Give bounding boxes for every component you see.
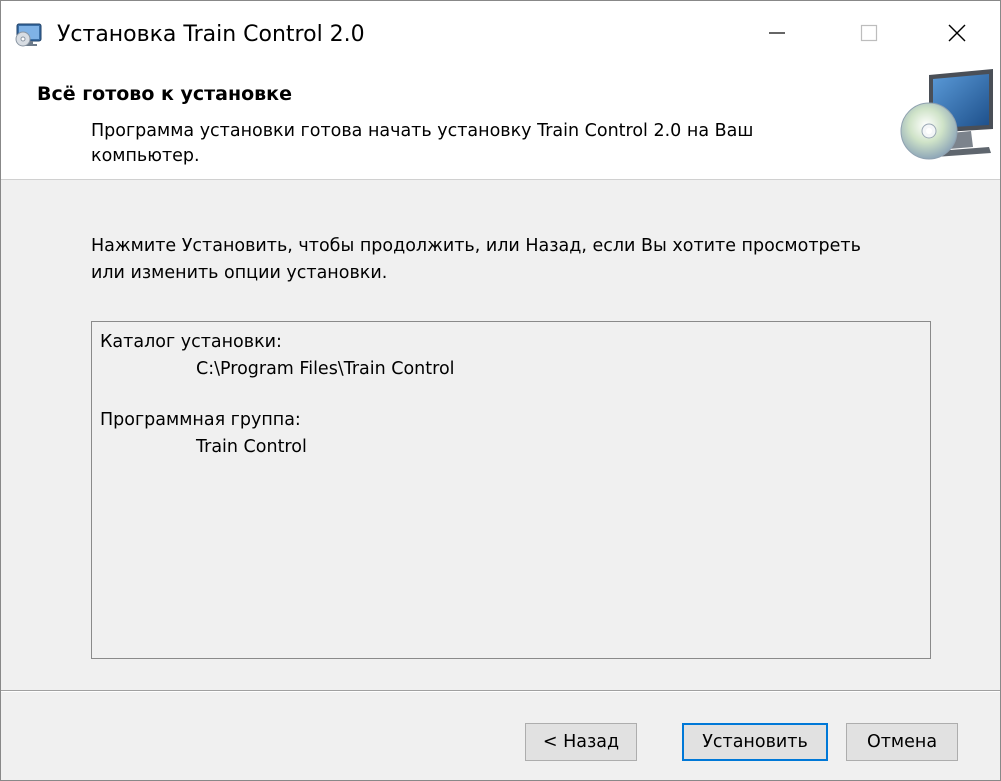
page-title: Всё готово к установке [37, 83, 292, 105]
cancel-button[interactable]: Отмена [846, 723, 958, 761]
close-icon [946, 22, 968, 49]
maximize-button [823, 1, 915, 69]
wizard-header: Всё готово к установке Программа установ… [1, 69, 1000, 180]
window-title: Установка Train Control 2.0 [57, 22, 365, 47]
minimize-button[interactable] [731, 1, 823, 69]
install-cd-icon [899, 69, 999, 175]
install-dir-label: Каталог установки: [100, 332, 282, 352]
install-summary-box[interactable]: Каталог установки: C:\Program Files\Trai… [91, 321, 931, 659]
close-button[interactable] [911, 1, 1000, 69]
program-group-value: Train Control [196, 437, 307, 457]
program-group-label: Программная группа: [100, 410, 301, 430]
back-button[interactable]: < Назад [525, 723, 637, 761]
install-dir-value: C:\Program Files\Train Control [196, 359, 455, 379]
title-bar[interactable]: Установка Train Control 2.0 [1, 1, 1000, 70]
installer-app-icon [15, 21, 47, 49]
page-description: Программа установки готова начать устано… [91, 121, 754, 166]
instruction-text: Нажмите Установить, чтобы продолжить, ил… [91, 236, 861, 283]
maximize-icon [859, 23, 879, 48]
footer-divider [1, 690, 1000, 692]
installer-window: Установка Train Control 2.0 Всё готово к… [0, 0, 1001, 781]
install-button[interactable]: Установить [682, 723, 828, 761]
minimize-icon [767, 23, 787, 48]
